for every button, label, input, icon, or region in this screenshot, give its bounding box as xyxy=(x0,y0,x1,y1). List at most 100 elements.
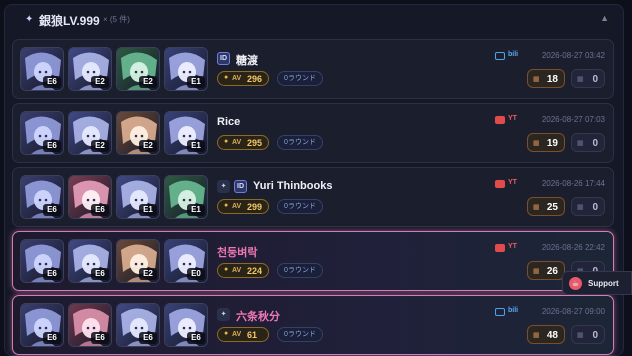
team-avatars: E6 E2 E2 E1 xyxy=(20,111,210,157)
round-badge: 0ラウンド xyxy=(277,263,323,278)
action-value-badge: ● AV 61 xyxy=(217,327,269,342)
character-avatar[interactable]: E1 xyxy=(164,111,208,155)
av-label: AV xyxy=(232,267,242,274)
av-label: AV xyxy=(232,75,242,82)
record-card[interactable]: E6 E6 E2 E0 천둥벼락 ● AV 224 0ラウンド YT 2026-08-26 22:4… xyxy=(12,231,614,291)
eidolon-badge: E6 xyxy=(43,204,61,216)
stat-box-primary[interactable]: ▦ 26 xyxy=(527,261,565,280)
player-name[interactable]: 糖渡 xyxy=(236,52,258,68)
coffee-cup-icon: ☕ xyxy=(569,277,582,290)
youtube-link[interactable]: YT xyxy=(495,179,525,191)
character-avatar[interactable]: E2 xyxy=(116,111,160,155)
player-name[interactable]: 六条秋分 xyxy=(236,308,280,324)
grid-icon: ▦ xyxy=(533,140,540,147)
youtube-icon xyxy=(495,116,505,124)
character-avatar[interactable]: E1 xyxy=(116,175,160,219)
stat-box-primary[interactable]: ▦ 25 xyxy=(527,197,565,216)
character-avatar[interactable]: E6 xyxy=(20,175,64,219)
panel-title: 銀狼LV.999 xyxy=(39,14,100,28)
eidolon-badge: E1 xyxy=(187,140,205,152)
character-avatar[interactable]: E6 xyxy=(20,239,64,283)
youtube-link[interactable]: YT xyxy=(495,243,525,255)
av-value: 224 xyxy=(247,266,263,276)
av-value: 296 xyxy=(247,74,263,84)
support-button[interactable]: ☕ Support xyxy=(562,271,632,295)
character-avatar[interactable]: E1 xyxy=(164,47,208,91)
action-value-badge: ● AV 296 xyxy=(217,71,269,86)
stat-box-primary[interactable]: ▦ 18 xyxy=(527,69,565,88)
grid-icon: ▦ xyxy=(533,204,540,211)
character-avatar[interactable]: E0 xyxy=(164,239,208,283)
record-card[interactable]: E6 E2 E2 E1 ID 糖渡 ● AV 296 0ラウンド bili 2026-08-27 03… xyxy=(12,39,614,99)
character-avatar[interactable]: E2 xyxy=(68,111,112,155)
stat-box-secondary[interactable]: ▦0 xyxy=(571,69,605,88)
stat-box-secondary[interactable]: ▦0 xyxy=(571,197,605,216)
stat-box-secondary[interactable]: ▦0 xyxy=(571,133,605,152)
panel-header[interactable]: ✦ 銀狼LV.999 × (5 件) ▲ xyxy=(5,5,625,33)
eidolon-badge: E6 xyxy=(43,140,61,152)
round-badge: 0ラウンド xyxy=(277,135,323,150)
team-avatars: E6 E6 E2 E0 xyxy=(20,239,210,285)
eidolon-badge: E6 xyxy=(43,76,61,88)
stat-box-secondary[interactable]: ▦0 xyxy=(571,325,605,344)
timestamp: 2026-08-27 03:42 xyxy=(541,51,605,60)
av-label: AV xyxy=(232,139,242,146)
stat-value: 0 xyxy=(592,330,598,341)
eidolon-badge: E1 xyxy=(187,76,205,88)
sparkle-icon: ✦ xyxy=(25,14,34,25)
stat-value: 25 xyxy=(546,202,558,213)
character-avatar[interactable]: E2 xyxy=(68,47,112,91)
source-label: YT xyxy=(508,115,517,122)
bilibili-icon xyxy=(495,308,505,316)
character-avatar[interactable]: E6 xyxy=(116,303,160,347)
uid-icon: ID xyxy=(217,52,230,65)
bilibili-link[interactable]: bili xyxy=(495,307,525,319)
eidolon-badge: E0 xyxy=(187,268,205,280)
character-avatar[interactable]: E6 xyxy=(20,303,64,347)
record-card[interactable]: E6 E6 E1 E1 ✦ ID Yuri Thinbooks ● AV 299 0ラウンド YT 20… xyxy=(12,167,614,227)
character-avatar[interactable]: E6 xyxy=(20,111,64,155)
eidolon-badge: E6 xyxy=(43,332,61,344)
source-label: bili xyxy=(508,307,519,314)
star-icon: ● xyxy=(224,74,229,81)
timestamp: 2026-08-26 17:44 xyxy=(541,179,605,188)
bilibili-icon xyxy=(495,52,505,60)
character-avatar[interactable]: E6 xyxy=(68,239,112,283)
round-badge: 0ラウンド xyxy=(277,199,323,214)
timestamp: 2026-08-26 22:42 xyxy=(541,243,605,252)
eidolon-badge: E2 xyxy=(139,76,157,88)
player-name[interactable]: Rice xyxy=(217,116,240,128)
star-icon: ● xyxy=(224,202,229,209)
grid-icon: ▦ xyxy=(533,268,540,275)
character-avatar[interactable]: E6 xyxy=(164,303,208,347)
character-avatar[interactable]: E1 xyxy=(164,175,208,219)
stat-box-primary[interactable]: ▦ 19 xyxy=(527,133,565,152)
character-avatar[interactable]: E6 xyxy=(68,175,112,219)
grid-icon: ▦ xyxy=(577,140,584,147)
av-label: AV xyxy=(232,331,242,338)
character-avatar[interactable]: E2 xyxy=(116,239,160,283)
youtube-icon xyxy=(495,244,505,252)
source-label: YT xyxy=(508,179,517,186)
character-avatar[interactable]: E2 xyxy=(116,47,160,91)
round-badge: 0ラウンド xyxy=(277,71,323,86)
star-icon: ● xyxy=(224,138,229,145)
stat-box-primary[interactable]: ▦ 48 xyxy=(527,325,565,344)
player-name[interactable]: 천둥벼락 xyxy=(217,244,257,260)
eidolon-badge: E1 xyxy=(139,204,157,216)
eidolon-badge: E2 xyxy=(139,268,157,280)
star-icon: ● xyxy=(224,266,229,273)
player-name[interactable]: Yuri Thinbooks xyxy=(253,180,332,192)
bilibili-link[interactable]: bili xyxy=(495,51,525,63)
stat-value: 0 xyxy=(592,74,598,85)
av-value: 295 xyxy=(247,138,263,148)
record-card[interactable]: E6 E6 E6 E6 ✦ 六条秋分 ● AV 61 0ラウンド bili 2026-08-27 09… xyxy=(12,295,614,355)
grid-icon: ▦ xyxy=(577,76,584,83)
team-avatars: E6 E6 E6 E6 xyxy=(20,303,210,349)
character-avatar[interactable]: E6 xyxy=(20,47,64,91)
youtube-link[interactable]: YT xyxy=(495,115,525,127)
chevron-up-icon[interactable]: ▲ xyxy=(600,13,609,23)
record-card[interactable]: E6 E2 E2 E1 Rice ● AV 295 0ラウンド YT 2026-08-27 07:0… xyxy=(12,103,614,163)
uid-icon: ID xyxy=(234,180,247,193)
character-avatar[interactable]: E6 xyxy=(68,303,112,347)
